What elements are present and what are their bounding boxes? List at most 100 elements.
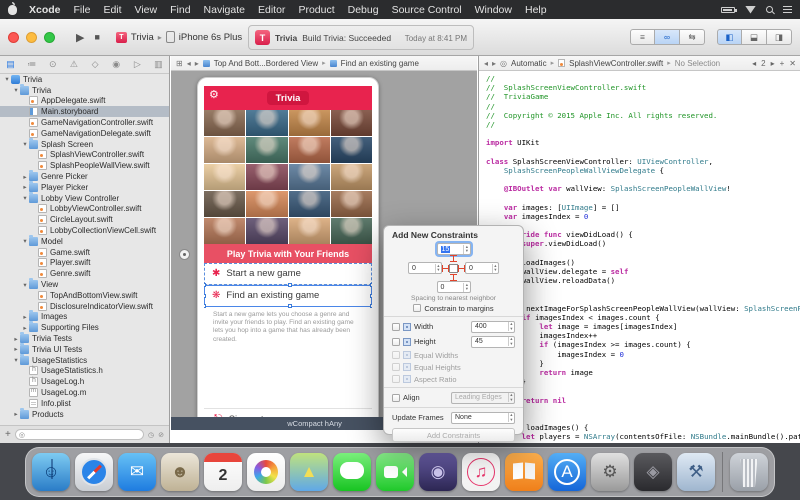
document-outline-toggle-icon[interactable]: ⊞ bbox=[176, 59, 183, 68]
disclosure-triangle-icon[interactable]: ▸ bbox=[12, 345, 20, 353]
bottom-strut-icon[interactable] bbox=[450, 274, 457, 281]
disclosure-triangle-icon[interactable]: ▾ bbox=[21, 281, 29, 289]
file-row-trivia-ui-tests[interactable]: ▸Trivia UI Tests bbox=[0, 344, 169, 355]
menu-edit[interactable]: Edit bbox=[103, 4, 121, 16]
resize-handle[interactable] bbox=[204, 294, 206, 298]
disclosure-triangle-icon[interactable]: ▸ bbox=[21, 173, 29, 181]
file-row-disclosureindicatorview-swift[interactable]: DisclosureIndicatorView.swift bbox=[0, 301, 169, 312]
contacts-dock-icon[interactable]: ☻ bbox=[161, 453, 199, 491]
source-code[interactable]: //// SplashScreenViewController.swift// … bbox=[479, 71, 800, 443]
start-new-game-row[interactable]: ✱ Start a new game bbox=[204, 263, 372, 285]
file-row-view[interactable]: ▾View bbox=[0, 279, 169, 290]
stepper-icon[interactable]: ▴▾ bbox=[508, 337, 514, 346]
filter-input[interactable]: ◎ bbox=[15, 429, 144, 440]
file-row-trivia[interactable]: ▾Trivia bbox=[0, 85, 169, 96]
mail-dock-icon[interactable]: ✉ bbox=[118, 453, 156, 491]
forward-icon[interactable]: ▸ bbox=[195, 59, 199, 68]
disclosure-triangle-icon[interactable]: ▸ bbox=[12, 410, 20, 418]
file-row-images[interactable]: ▸Images bbox=[0, 312, 169, 323]
breakpoint-navigator-tab[interactable]: ▷ bbox=[127, 59, 148, 70]
recent-files-icon[interactable]: ◷ bbox=[148, 431, 154, 439]
leading-spacing-field[interactable]: 0 ▴▾ bbox=[408, 262, 442, 274]
assistant-mode[interactable]: Automatic bbox=[511, 59, 547, 68]
menu-navigate[interactable]: Navigate bbox=[204, 4, 245, 16]
disclosure-triangle-icon[interactable]: ▾ bbox=[21, 140, 29, 148]
file-row-model[interactable]: ▾Model bbox=[0, 236, 169, 247]
messages-dock-icon[interactable] bbox=[333, 453, 371, 491]
menu-help[interactable]: Help bbox=[525, 4, 547, 16]
debug-navigator-tab[interactable]: ◉ bbox=[106, 59, 127, 70]
wifi-icon[interactable] bbox=[745, 6, 756, 14]
debug-area-toggle-button[interactable]: ⬓ bbox=[742, 29, 767, 45]
file-row-player-swift[interactable]: Player.swift bbox=[0, 258, 169, 269]
file-row-main-storyboard[interactable]: Main.storyboard bbox=[0, 106, 169, 117]
ib-crumb-parent[interactable]: Top And Bott...Bordered View bbox=[214, 59, 318, 68]
menu-view[interactable]: View bbox=[135, 4, 158, 16]
forward-icon[interactable]: ▸ bbox=[492, 59, 496, 68]
disclosure-triangle-icon[interactable]: ▾ bbox=[12, 86, 20, 94]
stepper-icon[interactable]: ▴▾ bbox=[463, 283, 469, 292]
menu-xcode[interactable]: Xcode bbox=[29, 4, 61, 16]
file-row-splashpeoplewallview-swift[interactable]: SplashPeopleWallView.swift bbox=[0, 160, 169, 171]
resize-handle[interactable] bbox=[204, 304, 206, 308]
standard-editor-button[interactable]: ≡ bbox=[630, 29, 655, 45]
file-row-appdelegate-swift[interactable]: AppDelegate.swift bbox=[0, 96, 169, 107]
resize-handle[interactable] bbox=[370, 283, 372, 287]
file-row-trivia-tests[interactable]: ▸Trivia Tests bbox=[0, 333, 169, 344]
connection-handle[interactable] bbox=[179, 249, 190, 260]
previous-counterpart-icon[interactable]: ◂ bbox=[752, 59, 756, 68]
file-row-splash-screen[interactable]: ▾Splash Screen bbox=[0, 139, 169, 150]
menu-debug[interactable]: Debug bbox=[348, 4, 379, 16]
resize-handle[interactable] bbox=[370, 304, 372, 308]
run-button[interactable]: ▶ bbox=[76, 31, 84, 44]
version-editor-button[interactable]: ⇆ bbox=[680, 29, 705, 45]
issue-navigator-tab[interactable]: ⚠ bbox=[63, 59, 84, 70]
top-spacing-field[interactable]: 15 ▴▾ bbox=[437, 243, 471, 255]
disclosure-triangle-icon[interactable]: ▾ bbox=[21, 194, 29, 202]
file-row-supporting-files[interactable]: ▸Supporting Files bbox=[0, 322, 169, 333]
stepper-icon[interactable]: ▴▾ bbox=[492, 264, 498, 273]
update-frames-dropdown[interactable]: None ▴▾ bbox=[451, 412, 515, 424]
people-photo-wall[interactable] bbox=[204, 110, 372, 244]
trailing-strut-icon[interactable] bbox=[458, 265, 465, 272]
file-row-usagestatistics[interactable]: ▾UsageStatistics bbox=[0, 355, 169, 366]
safari-dock-icon[interactable] bbox=[75, 453, 113, 491]
menu-find[interactable]: Find bbox=[170, 4, 190, 16]
utility-app-dock-icon[interactable]: ◈ bbox=[634, 453, 672, 491]
selection-crumb[interactable]: No Selection bbox=[675, 59, 720, 68]
disclosure-triangle-icon[interactable]: ▸ bbox=[12, 335, 20, 343]
find-existing-game-row[interactable]: ❋ Find an existing game bbox=[204, 285, 372, 307]
maps-dock-icon[interactable]: ▲ bbox=[290, 453, 328, 491]
size-class-label[interactable]: wCompact hAny bbox=[287, 419, 342, 428]
file-row-player-picker[interactable]: ▸Player Picker bbox=[0, 182, 169, 193]
file-row-lobbyviewcontroller-swift[interactable]: LobbyViewController.swift bbox=[0, 204, 169, 215]
utilities-toggle-button[interactable]: ◨ bbox=[767, 29, 792, 45]
scene-nav-bar[interactable]: ⚙ Trivia bbox=[204, 86, 372, 110]
stepper-icon[interactable]: ▴▾ bbox=[463, 245, 469, 254]
system-preferences-dock-icon[interactable]: ⚙ bbox=[591, 453, 629, 491]
disclosure-triangle-icon[interactable]: ▸ bbox=[21, 313, 29, 321]
report-navigator-tab[interactable]: ▥ bbox=[148, 59, 169, 70]
file-row-usagelog-h[interactable]: UsageLog.h bbox=[0, 376, 169, 387]
file-row-usagelog-m[interactable]: UsageLog.m bbox=[0, 387, 169, 398]
back-icon[interactable]: ◂ bbox=[187, 59, 191, 68]
trash-dock-icon[interactable] bbox=[730, 453, 768, 491]
apple-menu-icon[interactable] bbox=[8, 5, 17, 15]
file-row-gamenavigationdelegate-swift[interactable]: GameNavigationDelegate.swift bbox=[0, 128, 169, 139]
photo-booth-dock-icon[interactable]: ◉ bbox=[419, 453, 457, 491]
spotlight-icon[interactable] bbox=[766, 6, 773, 13]
file-row-splashviewcontroller-swift[interactable]: SplashViewController.swift bbox=[0, 150, 169, 161]
file-row-usagestatistics-h[interactable]: UsageStatistics.h bbox=[0, 366, 169, 377]
file-row-circlelayout-swift[interactable]: CircleLayout.swift bbox=[0, 214, 169, 225]
iphone-scene[interactable]: ⚙ Trivia Play Trivia with Your Friends ✱… bbox=[197, 77, 379, 429]
next-counterpart-icon[interactable]: ▸ bbox=[771, 59, 775, 68]
file-row-topandbottomview-swift[interactable]: TopAndBottomView.swift bbox=[0, 290, 169, 301]
disclosure-triangle-icon[interactable]: ▾ bbox=[21, 237, 29, 245]
file-row-gamenavigationcontroller-swift[interactable]: GameNavigationController.swift bbox=[0, 117, 169, 128]
leading-strut-icon[interactable] bbox=[442, 265, 449, 272]
menu-editor[interactable]: Editor bbox=[258, 4, 285, 16]
tagline-banner[interactable]: Play Trivia with Your Friends bbox=[204, 244, 372, 263]
back-icon[interactable]: ◂ bbox=[484, 59, 488, 68]
battery-icon[interactable] bbox=[721, 7, 735, 13]
stepper-icon[interactable]: ▴▾ bbox=[508, 322, 514, 331]
